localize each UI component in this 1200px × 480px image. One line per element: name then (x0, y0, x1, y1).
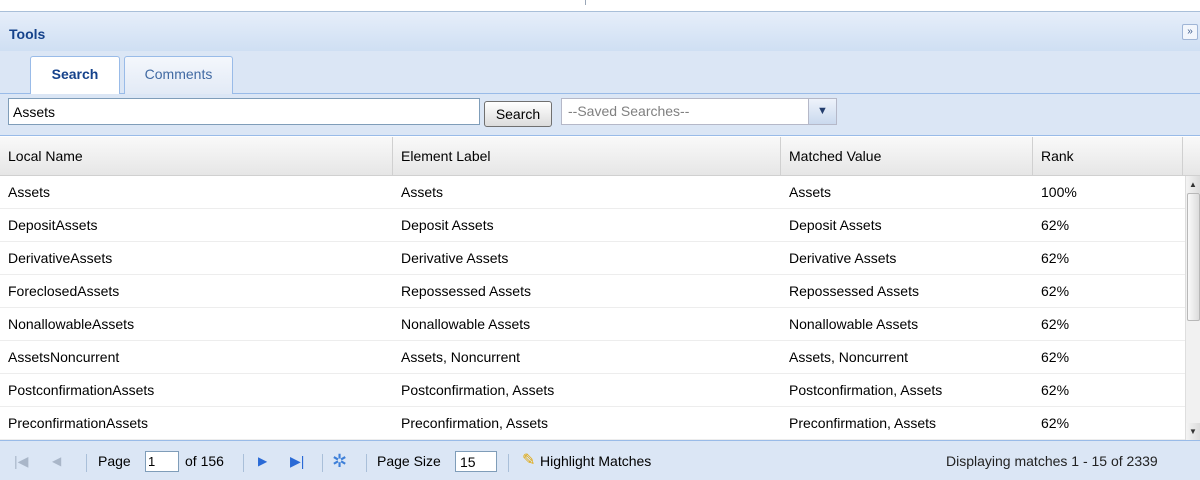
column-header-rank[interactable]: Rank (1033, 137, 1183, 176)
scroll-thumb[interactable] (1187, 193, 1200, 321)
cell-rank: 100% (1041, 184, 1077, 200)
page-number-input[interactable] (145, 451, 179, 472)
separator (322, 454, 323, 472)
collapse-panel-button[interactable]: » (1182, 24, 1198, 40)
cell-rank: 62% (1041, 250, 1070, 266)
cell-element-label: Repossessed Assets (401, 283, 531, 299)
search-button[interactable]: Search (484, 101, 552, 127)
cell-local-name: AssetsNoncurrent (8, 349, 120, 365)
table-row[interactable]: DepositAssets Deposit Assets Deposit Ass… (0, 209, 1185, 242)
cell-element-label: Postconfirmation, Assets (401, 382, 555, 398)
cell-local-name: DepositAssets (8, 217, 98, 233)
first-page-icon[interactable]: |◀ (14, 452, 28, 470)
column-header-element-label[interactable]: Element Label (393, 137, 781, 176)
page-count-label: of 156 (185, 453, 224, 469)
cell-rank: 62% (1041, 382, 1070, 398)
cell-rank: 62% (1041, 415, 1070, 431)
table-row[interactable]: DerivativeAssets Derivative Assets Deriv… (0, 242, 1185, 275)
refresh-icon[interactable]: ✲ (332, 452, 347, 470)
separator (243, 454, 244, 472)
last-page-icon[interactable]: ▶| (290, 452, 304, 470)
table-row[interactable]: PostconfirmationAssets Postconfirmation,… (0, 374, 1185, 407)
cell-local-name: ForeclosedAssets (8, 283, 120, 299)
tab-search[interactable]: Search (30, 56, 120, 95)
cell-matched-value: Nonallowable Assets (789, 316, 919, 332)
separator (366, 454, 367, 472)
cell-element-label: Assets, Noncurrent (401, 349, 521, 365)
cell-element-label: Nonallowable Assets (401, 316, 531, 332)
table-row[interactable]: PreconfirmationAssets Preconfirmation, A… (0, 407, 1185, 440)
grid-header: Local Name Element Label Matched Value R… (0, 137, 1200, 176)
table-row[interactable]: NonallowableAssets Nonallowable Assets N… (0, 308, 1185, 341)
cell-element-label: Deposit Assets (401, 217, 494, 233)
page-size-input[interactable] (455, 451, 497, 472)
next-page-icon[interactable]: ▶ (258, 452, 267, 470)
cell-local-name: PostconfirmationAssets (8, 382, 155, 398)
prev-page-icon[interactable]: ◀ (52, 452, 61, 470)
separator (508, 454, 509, 472)
cell-element-label: Assets (401, 184, 444, 200)
panel-title: Tools (9, 26, 46, 42)
scroll-down-arrow-icon[interactable]: ▼ (1186, 423, 1200, 440)
table-row[interactable]: ForeclosedAssets Repossessed Assets Repo… (0, 275, 1185, 308)
top-tick (585, 0, 586, 5)
cell-rank: 62% (1041, 316, 1070, 332)
table-row[interactable]: AssetsNoncurrent Assets, Noncurrent Asse… (0, 341, 1185, 374)
paging-toolbar: |◀ ◀ Page of 156 ▶ ▶| ✲ Page Size ✎ High… (0, 440, 1200, 480)
cell-matched-value: Assets (789, 184, 832, 200)
tab-comments[interactable]: Comments (124, 56, 233, 94)
column-header-matched-value[interactable]: Matched Value (781, 137, 1033, 176)
search-toolbar: Search --Saved Searches-- ▼ (0, 94, 1200, 136)
saved-searches-combo[interactable]: --Saved Searches-- ▼ (561, 98, 837, 125)
cell-local-name: PreconfirmationAssets (8, 415, 149, 431)
cell-element-label: Derivative Assets (401, 250, 509, 266)
column-header-local-name[interactable]: Local Name (0, 137, 393, 176)
cell-matched-value: Postconfirmation, Assets (789, 382, 943, 398)
cell-matched-value: Derivative Assets (789, 250, 897, 266)
display-info-text: Displaying matches 1 - 15 of 2339 (946, 453, 1158, 469)
cell-rank: 62% (1041, 349, 1070, 365)
cell-matched-value: Deposit Assets (789, 217, 882, 233)
separator (86, 454, 87, 472)
page-size-label: Page Size (377, 453, 441, 469)
cell-matched-value: Repossessed Assets (789, 283, 919, 299)
cell-local-name: DerivativeAssets (8, 250, 113, 266)
saved-searches-text: --Saved Searches-- (568, 103, 690, 119)
highlight-matches-button[interactable]: Highlight Matches (540, 441, 651, 480)
page-label: Page (98, 453, 131, 469)
highlighter-icon[interactable]: ✎ (522, 452, 535, 470)
cell-element-label: Preconfirmation, Assets (401, 415, 549, 431)
chevron-down-icon[interactable]: ▼ (808, 99, 836, 124)
cell-rank: 62% (1041, 283, 1070, 299)
cell-rank: 62% (1041, 217, 1070, 233)
cell-local-name: NonallowableAssets (8, 316, 135, 332)
cell-matched-value: Preconfirmation, Assets (789, 415, 937, 431)
tools-panel-header: Tools » (0, 11, 1200, 51)
cell-local-name: Assets (8, 184, 51, 200)
search-input[interactable] (8, 98, 480, 125)
table-row[interactable]: Assets Assets Assets 100% (0, 176, 1185, 209)
tab-strip: Search Comments (0, 51, 1200, 95)
grid-scrollbar[interactable]: ▲ ▼ (1185, 176, 1200, 440)
results-grid: Assets Assets Assets 100% DepositAssets … (0, 176, 1185, 440)
top-strip (0, 0, 1200, 11)
scroll-up-arrow-icon[interactable]: ▲ (1186, 176, 1200, 193)
cell-matched-value: Assets, Noncurrent (789, 349, 909, 365)
